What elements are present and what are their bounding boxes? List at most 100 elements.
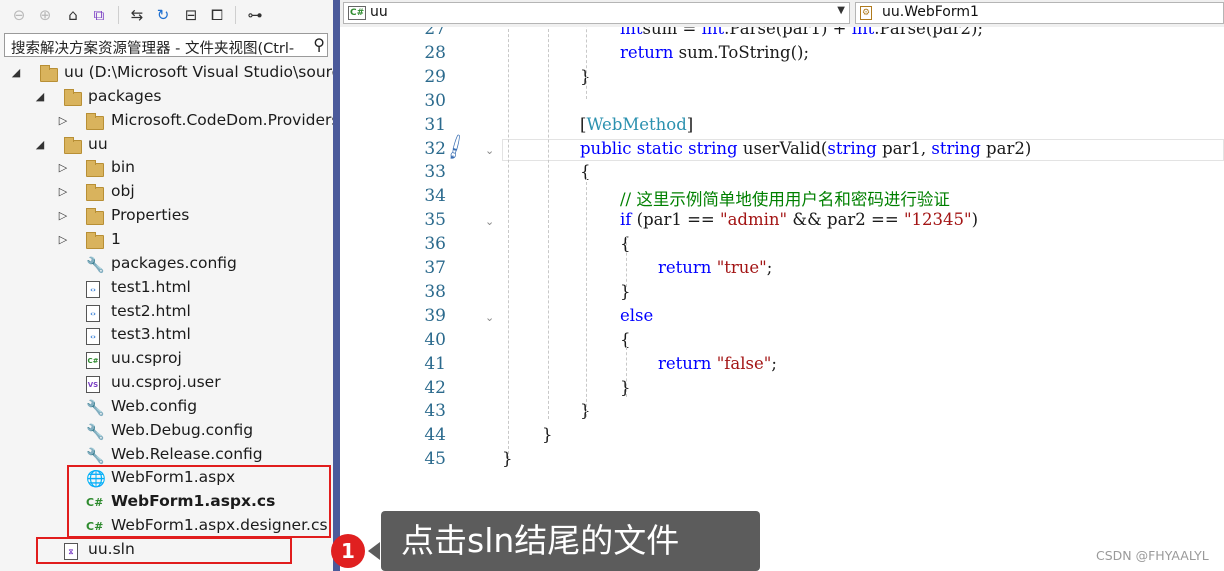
config-file-icon: 🔧 (86, 398, 105, 417)
expand-arrow-icon[interactable]: ▷ (57, 185, 69, 198)
tree-item[interactable]: ▷ Properties (0, 205, 333, 229)
code-line: return "true"; (658, 258, 772, 277)
tree-item[interactable]: ▷ Microsoft.CodeDom.Providers (0, 110, 333, 134)
code-area[interactable]: 🖌 27 intsum = int.Parse(par1) + int.Parse… (340, 27, 1224, 571)
tree-item-label: Web.config (111, 396, 198, 415)
folder-icon (64, 136, 82, 154)
fold-toggle-icon[interactable]: ⌄ (485, 144, 494, 157)
refresh-icon[interactable]: ↻ (152, 4, 174, 26)
collapse-all-icon[interactable]: ⊟ (180, 4, 202, 26)
expand-arrow-icon[interactable]: ▷ (57, 209, 69, 222)
code-line: public static string userValid(string pa… (580, 139, 1031, 158)
project-dropdown[interactable]: C# uu ▼ (343, 2, 850, 24)
folder-icon (86, 208, 104, 226)
code-editor: C# uu ▼ ⚙ uu.WebForm1 🖌 27 intsum = int.P… (340, 0, 1224, 571)
show-all-files-icon[interactable]: ⧠ (206, 4, 228, 26)
tree-item[interactable]: ▷ obj (0, 181, 333, 205)
project-dropdown-value: uu (370, 4, 388, 20)
line-number: 32 (424, 138, 446, 159)
code-token: ) (971, 210, 979, 230)
callout-pointer (368, 542, 380, 560)
line-number: 43 (424, 401, 446, 422)
code-token: "12345" (903, 210, 972, 230)
tree-item-label: uu.csproj.user (111, 373, 221, 392)
tree-item[interactable]: ◢ packages (0, 86, 333, 110)
code-token: .Parse(par1) + (724, 27, 852, 38)
indent-guide (626, 237, 627, 287)
code-token: && par2 == (787, 210, 904, 230)
code-token: return (658, 353, 712, 373)
watermark: CSDN @FHYAALYL (1096, 548, 1209, 563)
code-token: else (620, 305, 654, 325)
code-token: return (658, 258, 712, 277)
line-number: 45 (424, 449, 446, 470)
switch-views-icon[interactable]: ⧉ (88, 4, 110, 26)
code-token: (par1 == (631, 210, 720, 230)
code-line: } (542, 425, 553, 444)
tree-item[interactable]: VS uu.csproj.user (0, 372, 333, 396)
tree-item[interactable]: ▷ bin (0, 157, 333, 181)
line-number: 41 (424, 353, 446, 374)
tree-item-label: Microsoft.CodeDom.Providers (111, 110, 333, 129)
panel-splitter[interactable] (333, 0, 340, 571)
line-number: 44 (424, 425, 446, 446)
solution-explorer: ⊖ ⊕ ⌂ ⧉ ⇆ ↻ ⊟ ⧠ ⊶ 搜索解决方案资源管理器 - 文件夹视图(Ct… (0, 0, 333, 571)
tree-item[interactable]: 🔧 Web.Release.config (0, 444, 333, 468)
folder-icon (86, 160, 104, 178)
tree-item[interactable]: 🔧 packages.config (0, 253, 333, 277)
line-number: 34 (424, 186, 446, 207)
code-token: int (620, 27, 643, 38)
class-dropdown[interactable]: ⚙ uu.WebForm1 (855, 2, 1224, 24)
tree-item[interactable]: ‹› test1.html (0, 277, 333, 301)
tree-item[interactable]: ◢ uu (D:\Microsoft Visual Studio\source (0, 62, 333, 86)
class-dropdown-value: uu.WebForm1 (882, 4, 979, 20)
search-icon[interactable]: ⚲ (313, 35, 325, 54)
code-token: ; (766, 258, 773, 277)
tree-item[interactable]: ‹› test2.html (0, 301, 333, 325)
collapse-arrow-icon[interactable]: ◢ (34, 138, 46, 151)
tree-item[interactable]: ◢ uu (0, 134, 333, 158)
tree-item[interactable]: 🔧 Web.Debug.config (0, 420, 333, 444)
highlight-webform-files (67, 465, 331, 538)
code-token: sum = (642, 27, 702, 38)
line-number: 37 (424, 258, 446, 278)
indent-guide (586, 177, 587, 417)
code-line: intsum = int.Parse(par1) + int.Parse(par… (620, 27, 983, 38)
fold-toggle-icon[interactable]: ⌄ (485, 215, 494, 228)
line-number: 38 (424, 281, 446, 302)
expand-arrow-icon[interactable]: ▷ (57, 161, 69, 174)
tree-item-label: Web.Debug.config (111, 420, 254, 439)
folder-icon (86, 112, 104, 130)
folder-icon (86, 184, 104, 202)
expand-arrow-icon[interactable]: ▷ (57, 233, 69, 246)
code-token: par2) (980, 138, 1032, 158)
config-file-icon: 🔧 (86, 255, 105, 274)
tree-item[interactable]: C# uu.csproj (0, 348, 333, 372)
line-number: 42 (424, 377, 446, 398)
code-token: // 这里示例简单地使用用户名和密码进行验证 (620, 190, 950, 210)
search-input[interactable]: 搜索解决方案资源管理器 - 文件夹视图(Ctrl- ⚲ (4, 33, 328, 57)
code-token: string (931, 138, 981, 158)
expand-arrow-icon[interactable]: ▷ (57, 114, 69, 127)
config-file-icon: 🔧 (86, 446, 105, 465)
line-number: 30 (424, 90, 446, 111)
tree-item[interactable]: ‹› test3.html (0, 324, 333, 348)
collapse-arrow-icon[interactable]: ◢ (10, 66, 22, 79)
back-icon[interactable]: ⊖ (8, 4, 30, 26)
home-icon[interactable]: ⌂ (62, 4, 84, 26)
sync-icon[interactable]: ⇆ (126, 4, 148, 26)
html-file-icon: ‹› (86, 304, 100, 322)
forward-icon[interactable]: ⊕ (34, 4, 56, 26)
explorer-toolbar: ⊖ ⊕ ⌂ ⧉ ⇆ ↻ ⊟ ⧠ ⊶ (0, 0, 333, 30)
code-token: WebMethod (586, 114, 687, 134)
code-token: public static string (580, 138, 738, 158)
tree-item[interactable]: ▷ 1 (0, 229, 333, 253)
tree-item-label: uu (D:\Microsoft Visual Studio\source (64, 63, 333, 81)
code-token: } (542, 425, 553, 445)
collapse-arrow-icon[interactable]: ◢ (34, 90, 46, 103)
properties-icon[interactable]: ⊶ (244, 4, 266, 26)
instruction-callout: 点击sln结尾的文件 (381, 511, 760, 571)
tree-item-label: 1 (111, 229, 121, 248)
tree-item[interactable]: 🔧 Web.config (0, 396, 333, 420)
fold-toggle-icon[interactable]: ⌄ (485, 311, 494, 324)
